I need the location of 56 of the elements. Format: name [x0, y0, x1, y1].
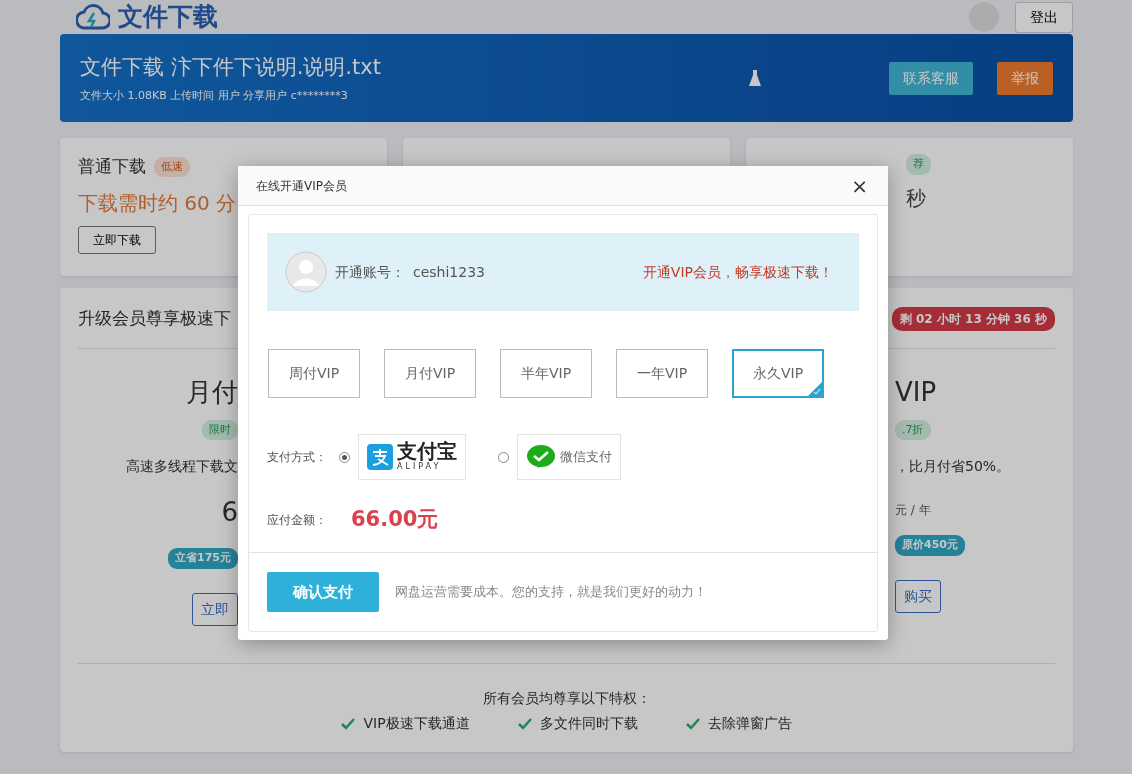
saving-badge: 原价450元 [895, 535, 965, 556]
benefit-text: VIP极速下载通道 [363, 714, 470, 733]
recommend-badge: 荐 [905, 154, 931, 175]
benefit-text: 多文件同时下载 [539, 714, 638, 733]
buy-button[interactable]: 购买 [895, 579, 941, 613]
buy-button[interactable]: 立即 [192, 592, 238, 626]
alipay-icon [367, 444, 393, 470]
plan-name: 月付 [186, 375, 238, 409]
promo-text: 开通VIP会员，畅享极速下载！ [642, 262, 833, 282]
avatar-icon [285, 251, 327, 293]
check-corner-icon [808, 382, 822, 396]
check-icon [685, 717, 700, 730]
download-button[interactable]: 立即下载 [78, 225, 156, 254]
plan-name: VIP [895, 375, 937, 409]
payment-option[interactable]: 微信支付 [517, 434, 621, 480]
alipay-name: 支付宝 [397, 441, 457, 461]
file-meta: 文件大小 1.08KB 上传时间 用户 分享用户 c********3 [80, 87, 349, 104]
wechat-pay-icon [526, 444, 556, 470]
plan-price: 6 [221, 496, 238, 529]
amount-label: 应付金额： [267, 511, 327, 529]
card-title: 普通下载 [78, 155, 146, 178]
payment-option[interactable]: 支付宝 ALIPAY [358, 434, 466, 480]
benefit-text: 去除弹窗广告 [707, 714, 792, 733]
account-label: 开通账号： [335, 262, 405, 282]
plan-option[interactable]: 一年VIP [616, 349, 708, 398]
flask-icon [749, 70, 761, 86]
modal-title: 在线开通VIP会员 [256, 177, 347, 195]
countdown-badge: 剩 02 小时 13 分钟 36 秒 [891, 306, 1055, 331]
cloud-logo-icon [76, 3, 110, 31]
plan-description: ，比月付省50%。 [895, 457, 1011, 476]
site-title: 文件下载 [118, 1, 218, 34]
wechat-pay-name: 微信支付 [560, 448, 612, 467]
benefits-title: 所有会员均尊享以下特权： [482, 689, 651, 708]
account-name: ceshi1233 [413, 262, 485, 282]
support-note: 网盘运营需要成本。您的支持，就是我们更好的动力！ [395, 583, 707, 602]
section-title: 升级会员尊享极速下 [78, 307, 231, 330]
download-estimate: 下载需时约 60 分 [78, 189, 238, 217]
saving-badge: 立省175元 [168, 548, 238, 569]
speed-badge: 低速 [154, 156, 190, 177]
amount-value: 66.00元 [351, 506, 439, 533]
plan-option[interactable]: 永久VIP [732, 349, 824, 398]
plan-description: 高速多线程下载文 [126, 457, 238, 476]
close-button[interactable]: × [845, 174, 874, 197]
check-icon [517, 717, 532, 730]
plan-price: 元 / 年 [895, 502, 931, 519]
payment-label: 支付方式： [267, 449, 327, 466]
plan-option[interactable]: 月付VIP [384, 349, 476, 398]
alipay-subtitle: ALIPAY [397, 462, 443, 473]
check-icon [341, 717, 356, 730]
plan-option[interactable]: 周付VIP [268, 349, 360, 398]
plan-option[interactable]: 半年VIP [500, 349, 592, 398]
logout-button[interactable]: 登出 [1015, 1, 1073, 33]
file-title: 文件下载 汴下件下说明.说明.txt [80, 54, 381, 81]
download-estimate: 秒 [905, 184, 927, 212]
discount-badge: 限时 [202, 419, 238, 440]
discount-badge: .7折 [895, 419, 931, 440]
